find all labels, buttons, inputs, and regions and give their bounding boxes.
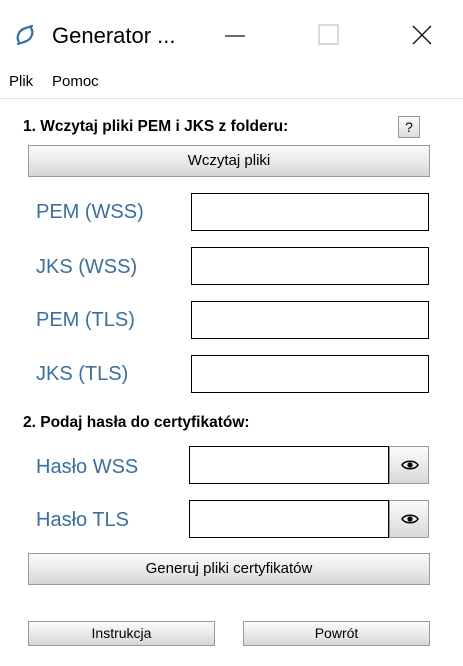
pem-wss-field[interactable]: [191, 193, 429, 231]
close-button[interactable]: [396, 14, 448, 56]
jks-wss-field[interactable]: [191, 247, 429, 285]
generate-certificates-button[interactable]: Generuj pliki certyfikatów: [28, 553, 430, 585]
maximize-icon: [318, 24, 339, 45]
jks-wss-label: JKS (WSS): [36, 256, 138, 278]
title-bar: Generator ...: [0, 0, 463, 64]
password-wss-field[interactable]: [189, 446, 389, 484]
help-button[interactable]: ?: [398, 116, 420, 138]
menu-pomoc[interactable]: Pomoc: [52, 73, 99, 90]
password-tls-field[interactable]: [189, 500, 389, 538]
eye-icon: [401, 514, 419, 524]
menu-plik[interactable]: Plik: [9, 73, 33, 90]
password-wss-label: Hasło WSS: [36, 456, 139, 478]
minimize-button[interactable]: [207, 14, 259, 56]
minimize-icon: [225, 35, 245, 37]
window-title: Generator ...: [52, 23, 176, 48]
pem-tls-field[interactable]: [191, 301, 429, 339]
section2-title: 2. Podaj hasła do certyfikatów:: [23, 414, 250, 431]
show-password-wss-button[interactable]: [389, 446, 429, 484]
maximize-button[interactable]: [306, 14, 358, 56]
back-button[interactable]: Powrót: [243, 621, 430, 646]
close-icon: [412, 25, 432, 45]
jks-tls-label: JKS (TLS): [36, 363, 129, 385]
menu-bar: Plik Pomoc: [0, 64, 463, 99]
show-password-tls-button[interactable]: [389, 500, 429, 538]
load-files-button[interactable]: Wczytaj pliki: [28, 145, 430, 177]
pem-wss-label: PEM (WSS): [36, 201, 144, 223]
pem-tls-label: PEM (TLS): [36, 309, 135, 331]
password-tls-label: Hasło TLS: [36, 509, 130, 531]
app-logo-icon: [16, 24, 34, 46]
eye-icon: [401, 460, 419, 470]
section1-title: 1. Wczytaj pliki PEM i JKS z folderu:: [23, 118, 289, 135]
jks-tls-field[interactable]: [191, 355, 429, 393]
instructions-button[interactable]: Instrukcja: [28, 621, 215, 646]
